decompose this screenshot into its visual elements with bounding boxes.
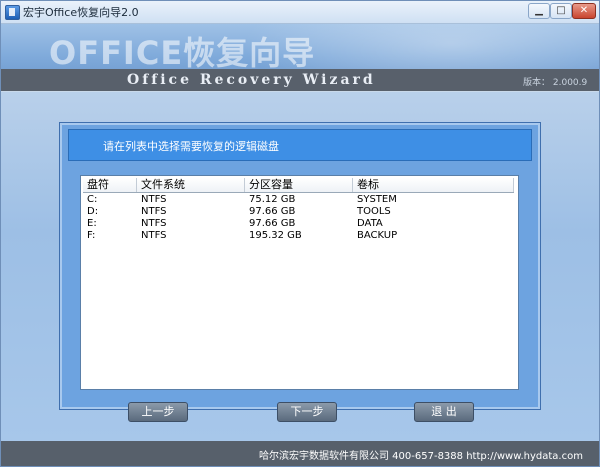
- volume-label: DATA: [357, 218, 383, 229]
- instruction-bar: 请在列表中选择需要恢复的逻辑磁盘: [68, 129, 532, 161]
- drive-selection-panel: 请在列表中选择需要恢复的逻辑磁盘 盘符 文件系统 分区容量 卷标 C: NTFS…: [59, 122, 541, 410]
- next-button[interactable]: 下一步: [277, 402, 337, 422]
- filesystem: NTFS: [141, 194, 167, 205]
- app-window: 宏宇Office恢复向导2.0 ▁ □ ✕ OFFICE恢复向导 Office …: [0, 0, 600, 467]
- capacity: 97.66 GB: [249, 206, 296, 217]
- column-header-capacity[interactable]: 分区容量: [245, 178, 353, 192]
- volume-label: TOOLS: [357, 206, 391, 217]
- exit-button-label: 退 出: [431, 405, 457, 418]
- filesystem: NTFS: [141, 218, 167, 229]
- banner-subtitle: Office Recovery Wizard: [127, 72, 376, 88]
- column-header-filesystem[interactable]: 文件系统: [137, 178, 245, 192]
- next-button-label: 下一步: [290, 405, 324, 418]
- filesystem: NTFS: [141, 206, 167, 217]
- previous-button[interactable]: 上一步: [128, 402, 188, 422]
- drive-letter: F:: [87, 230, 96, 241]
- column-header-drive[interactable]: 盘符: [83, 178, 137, 192]
- filesystem: NTFS: [141, 230, 167, 241]
- minimize-button[interactable]: ▁: [528, 3, 550, 19]
- app-icon: [5, 5, 20, 20]
- drive-list[interactable]: 盘符 文件系统 分区容量 卷标 C: NTFS 75.12 GB SYSTEM …: [80, 175, 519, 390]
- volume-label: SYSTEM: [357, 194, 397, 205]
- drive-letter: E:: [87, 218, 97, 229]
- window-title: 宏宇Office恢复向导2.0: [23, 6, 139, 19]
- version-label: 版本：: [523, 78, 551, 88]
- company-info: 哈尔滨宏宇数据软件有限公司 400-657-8388 http://www.hy…: [259, 451, 583, 462]
- drive-letter: C:: [87, 194, 98, 205]
- title-bar[interactable]: 宏宇Office恢复向导2.0 ▁ □ ✕: [1, 1, 599, 24]
- capacity: 97.66 GB: [249, 218, 296, 229]
- close-button[interactable]: ✕: [572, 3, 596, 19]
- footer-bar: 哈尔滨宏宇数据软件有限公司 400-657-8388 http://www.hy…: [1, 441, 599, 466]
- banner-title: OFFICE恢复向导: [49, 34, 316, 72]
- column-header-label[interactable]: 卷标: [353, 178, 514, 192]
- table-row[interactable]: C: NTFS 75.12 GB SYSTEM: [83, 194, 514, 206]
- table-row[interactable]: E: NTFS 97.66 GB DATA: [83, 218, 514, 230]
- capacity: 75.12 GB: [249, 194, 296, 205]
- drive-list-header: 盘符 文件系统 分区容量 卷标: [83, 178, 514, 193]
- table-row[interactable]: D: NTFS 97.66 GB TOOLS: [83, 206, 514, 218]
- minimize-icon: ▁: [535, 5, 543, 16]
- capacity: 195.32 GB: [249, 230, 302, 241]
- volume-label: BACKUP: [357, 230, 398, 241]
- version-info: 版本： 2.000.9: [523, 75, 587, 88]
- table-row[interactable]: F: NTFS 195.32 GB BACKUP: [83, 230, 514, 242]
- version-number: 2.000.9: [552, 78, 588, 88]
- exit-button[interactable]: 退 出: [414, 402, 474, 422]
- drive-letter: D:: [87, 206, 99, 217]
- close-icon: ✕: [579, 5, 589, 16]
- previous-button-label: 上一步: [141, 405, 175, 418]
- banner-subbar: Office Recovery Wizard 版本： 2.000.9: [1, 69, 599, 91]
- maximize-button[interactable]: □: [550, 3, 572, 19]
- instruction-text: 请在列表中选择需要恢复的逻辑磁盘: [103, 140, 279, 153]
- main-area: 请在列表中选择需要恢复的逻辑磁盘 盘符 文件系统 分区容量 卷标 C: NTFS…: [1, 92, 599, 441]
- maximize-icon: □: [556, 5, 566, 16]
